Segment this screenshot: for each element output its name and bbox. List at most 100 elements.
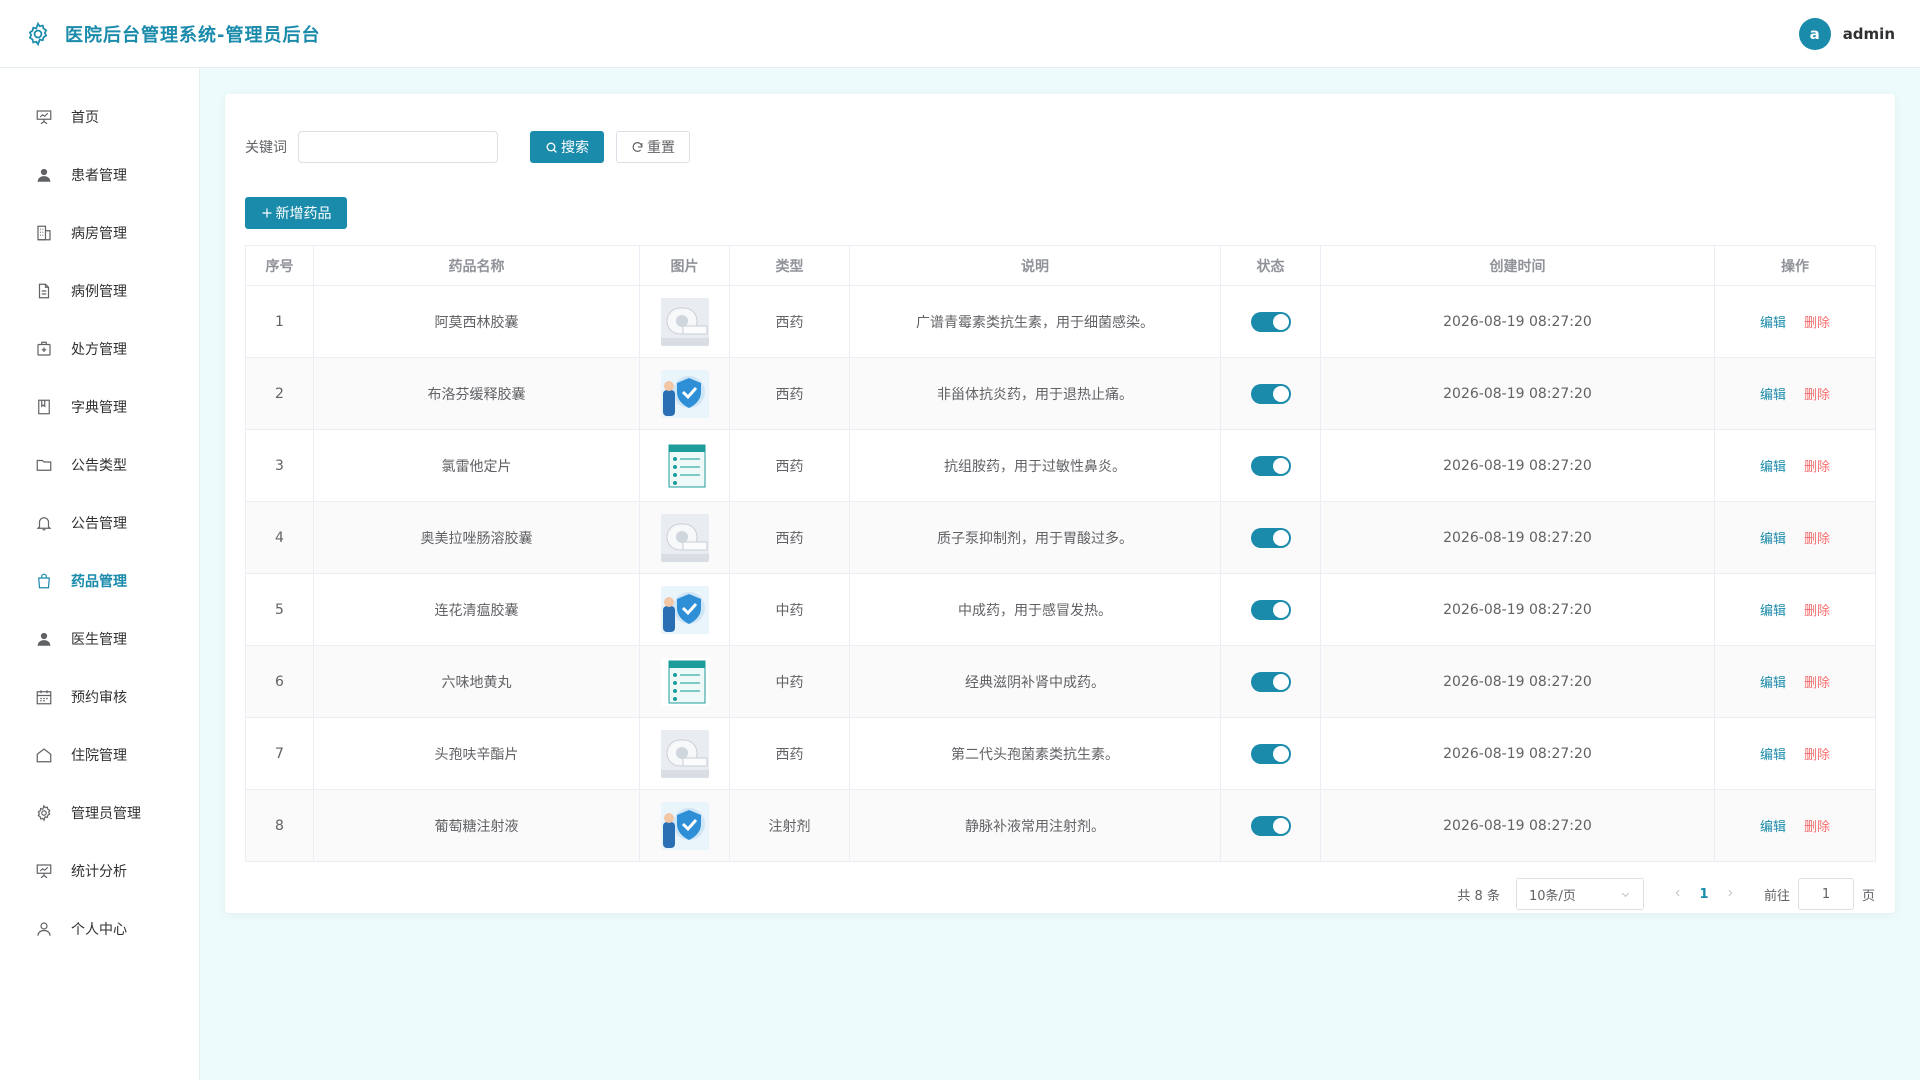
sidebar: 首页 患者管理 病房管理 病例管理 处方管理 字典管理 公告类型 公告管理 药品… [0,68,200,1080]
avatar[interactable]: a [1798,17,1831,50]
medicine-image[interactable] [660,513,709,562]
delete-button[interactable]: 删除 [1804,532,1830,547]
table-body: 1 阿莫西林胶囊 西药 广谱青霉素类抗生素，用于细菌感染。 2026-08-19 08:… [245,285,1876,862]
cell-created: 2026-08-19 08:27:20 [1320,285,1715,358]
prev-page-button[interactable] [1668,887,1688,902]
edit-button[interactable]: 编辑 [1760,316,1786,331]
sidebar-item-label: 处方管理 [71,342,127,358]
sidebar-item-profile[interactable]: 个人中心 [0,900,199,958]
sidebar-item-prescriptions[interactable]: 处方管理 [0,320,199,378]
sidebar-item-notices[interactable]: 公告管理 [0,494,199,552]
cell-image [639,357,730,430]
cell-type: 中药 [729,645,850,718]
top-header: 医院后台管理系统-管理员后台 a admin [0,0,1920,68]
sidebar-item-home[interactable]: 首页 [0,88,199,146]
edit-button[interactable]: 编辑 [1760,748,1786,763]
chevron-down-icon [1621,892,1630,897]
sidebar-item-doctors[interactable]: 医生管理 [0,610,199,668]
status-toggle[interactable] [1250,743,1291,764]
edit-button[interactable]: 编辑 [1760,820,1786,835]
edit-button[interactable]: 编辑 [1760,460,1786,475]
keyword-input[interactable] [298,131,498,163]
edit-button[interactable]: 编辑 [1760,388,1786,403]
cell-name: 头孢呋辛酯片 [313,717,640,790]
username[interactable]: admin [1843,25,1895,43]
sidebar-item-notice-types[interactable]: 公告类型 [0,436,199,494]
add-medicine-button[interactable]: 新增药品 [245,197,347,229]
house-icon [36,748,52,763]
reset-button[interactable]: 重置 [616,131,690,163]
sidebar-item-label: 首页 [71,110,99,126]
user-icon [37,632,51,646]
sidebar-item-dictionary[interactable]: 字典管理 [0,378,199,436]
sidebar-item-patients[interactable]: 患者管理 [0,146,199,204]
status-toggle[interactable] [1250,815,1291,836]
status-toggle[interactable] [1250,527,1291,548]
page-size-select[interactable]: 10条/页 [1515,878,1644,910]
status-toggle[interactable] [1250,671,1291,692]
sidebar-item-label: 药品管理 [71,574,127,590]
delete-button[interactable]: 删除 [1804,748,1830,763]
medicine-image[interactable] [660,585,709,634]
delete-button[interactable]: 删除 [1804,676,1830,691]
sidebar-item-appointments[interactable]: 预约审核 [0,668,199,726]
medkit-icon [37,341,51,356]
edit-button[interactable]: 编辑 [1760,676,1786,691]
table-row: 4 奥美拉唑肠溶胶囊 西药 质子泵抑制剂，用于胃酸过多。 2026-08-19 08:2… [245,501,1876,574]
search-bar: 关键词 搜索 重置 [245,131,1875,163]
medicine-image[interactable] [660,729,709,778]
user-menu[interactable]: a admin [1798,17,1895,50]
sidebar-item-label: 住院管理 [71,748,127,764]
status-toggle[interactable] [1250,311,1291,332]
cell-status [1220,501,1321,574]
cell-image [639,645,730,718]
medicine-image[interactable] [660,297,709,346]
chevron-right-icon [1728,889,1733,896]
column-header: 序号 [245,245,314,286]
cell-actions: 编辑 删除 [1714,429,1876,502]
sidebar-item-medicines[interactable]: 药品管理 [0,552,199,610]
sidebar-item-label: 患者管理 [71,168,127,184]
add-button-label: 新增药品 [275,206,332,222]
sidebar-item-statistics[interactable]: 统计分析 [0,842,199,900]
cell-actions: 编辑 删除 [1714,645,1876,718]
cell-actions: 编辑 删除 [1714,285,1876,358]
status-toggle[interactable] [1250,383,1291,404]
sidebar-item-inpatient[interactable]: 住院管理 [0,726,199,784]
edit-button[interactable]: 编辑 [1760,604,1786,619]
sidebar-item-wards[interactable]: 病房管理 [0,204,199,262]
cell-no: 8 [245,789,314,862]
cell-status [1220,429,1321,502]
sidebar-item-cases[interactable]: 病例管理 [0,262,199,320]
table-row: 2 布洛芬缓释胶囊 西药 非甾体抗炎药，用于退热止痛。 2026-08-19 08:27… [245,357,1876,430]
cell-type: 西药 [729,429,850,502]
goto-page-input[interactable] [1797,878,1854,910]
medicine-image[interactable] [660,369,709,418]
search-button[interactable]: 搜索 [530,131,604,163]
presentation-icon [36,110,52,125]
column-header: 状态 [1220,245,1321,286]
cell-no: 6 [245,645,314,718]
edit-button[interactable]: 编辑 [1760,532,1786,547]
cell-type: 西药 [729,285,850,358]
cell-description: 第二代头孢菌素类抗生素。 [849,717,1221,790]
cell-no: 2 [245,357,314,430]
table-row: 1 阿莫西林胶囊 西药 广谱青霉素类抗生素，用于细菌感染。 2026-08-19 08:… [245,285,1876,358]
delete-button[interactable]: 删除 [1804,316,1830,331]
next-page-button[interactable] [1720,887,1740,902]
delete-button[interactable]: 删除 [1804,460,1830,475]
cell-image [639,717,730,790]
page-size-value: 10条/页 [1528,888,1576,904]
medicine-image[interactable] [660,801,709,850]
delete-button[interactable]: 删除 [1804,388,1830,403]
delete-button[interactable]: 删除 [1804,604,1830,619]
status-toggle[interactable] [1250,599,1291,620]
cell-actions: 编辑 删除 [1714,789,1876,862]
cell-description: 非甾体抗炎药，用于退热止痛。 [849,357,1221,430]
sidebar-item-admins[interactable]: 管理员管理 [0,784,199,842]
status-toggle[interactable] [1250,455,1291,476]
delete-button[interactable]: 删除 [1804,820,1830,835]
medicine-image[interactable] [660,657,709,706]
medicine-image[interactable] [660,441,709,490]
page-number[interactable]: 1 [1688,887,1720,902]
